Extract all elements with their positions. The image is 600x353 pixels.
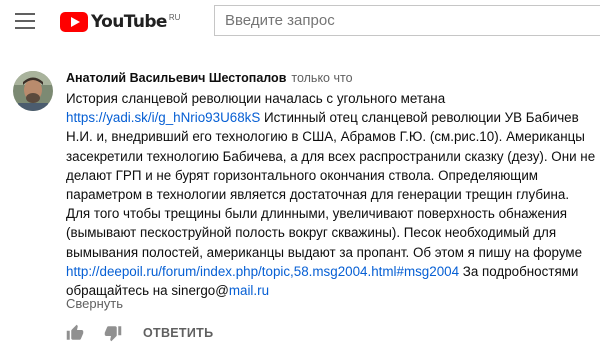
avatar[interactable] xyxy=(13,71,53,111)
comment-text: История сланцевой революции началась с у… xyxy=(66,89,596,300)
search-input[interactable] xyxy=(215,6,600,35)
comment-link-yadisk[interactable]: https://yadi.sk/i/g_hNrio93U68kS xyxy=(66,110,260,125)
logo-text: YouTube xyxy=(91,12,167,32)
comment-link-forum[interactable]: http://deepoil.ru/forum/index.php/topic,… xyxy=(66,264,459,279)
avatar-image xyxy=(13,71,53,111)
comment-timestamp[interactable]: только что xyxy=(291,71,352,85)
comment-author[interactable]: Анатолий Васильевич Шестопалов xyxy=(66,71,286,85)
hamburger-menu-icon[interactable] xyxy=(15,13,35,29)
comment-text-main: Истинный отец сланцевой революции УВ Баб… xyxy=(66,110,596,260)
thumb-up-icon[interactable] xyxy=(66,324,84,342)
comment-actions: ОТВЕТИТЬ xyxy=(66,322,213,344)
youtube-play-icon xyxy=(60,12,88,32)
comment-title-line: История сланцевой революции началась с у… xyxy=(66,91,446,106)
comment-header: Анатолий Васильевич Шестопалов только что xyxy=(66,70,596,86)
youtube-logo[interactable]: YouTube RU xyxy=(60,12,180,32)
logo-region: RU xyxy=(168,13,181,22)
comment-body: Анатолий Васильевич Шестопалов только что… xyxy=(66,70,596,300)
reply-button[interactable]: ОТВЕТИТЬ xyxy=(143,326,213,340)
collapse-button[interactable]: Свернуть xyxy=(66,296,123,311)
comment-link-email[interactable]: mail.ru xyxy=(229,283,269,298)
search-box xyxy=(214,5,600,36)
thumb-down-icon[interactable] xyxy=(104,324,122,342)
top-bar: YouTube RU xyxy=(0,0,600,44)
